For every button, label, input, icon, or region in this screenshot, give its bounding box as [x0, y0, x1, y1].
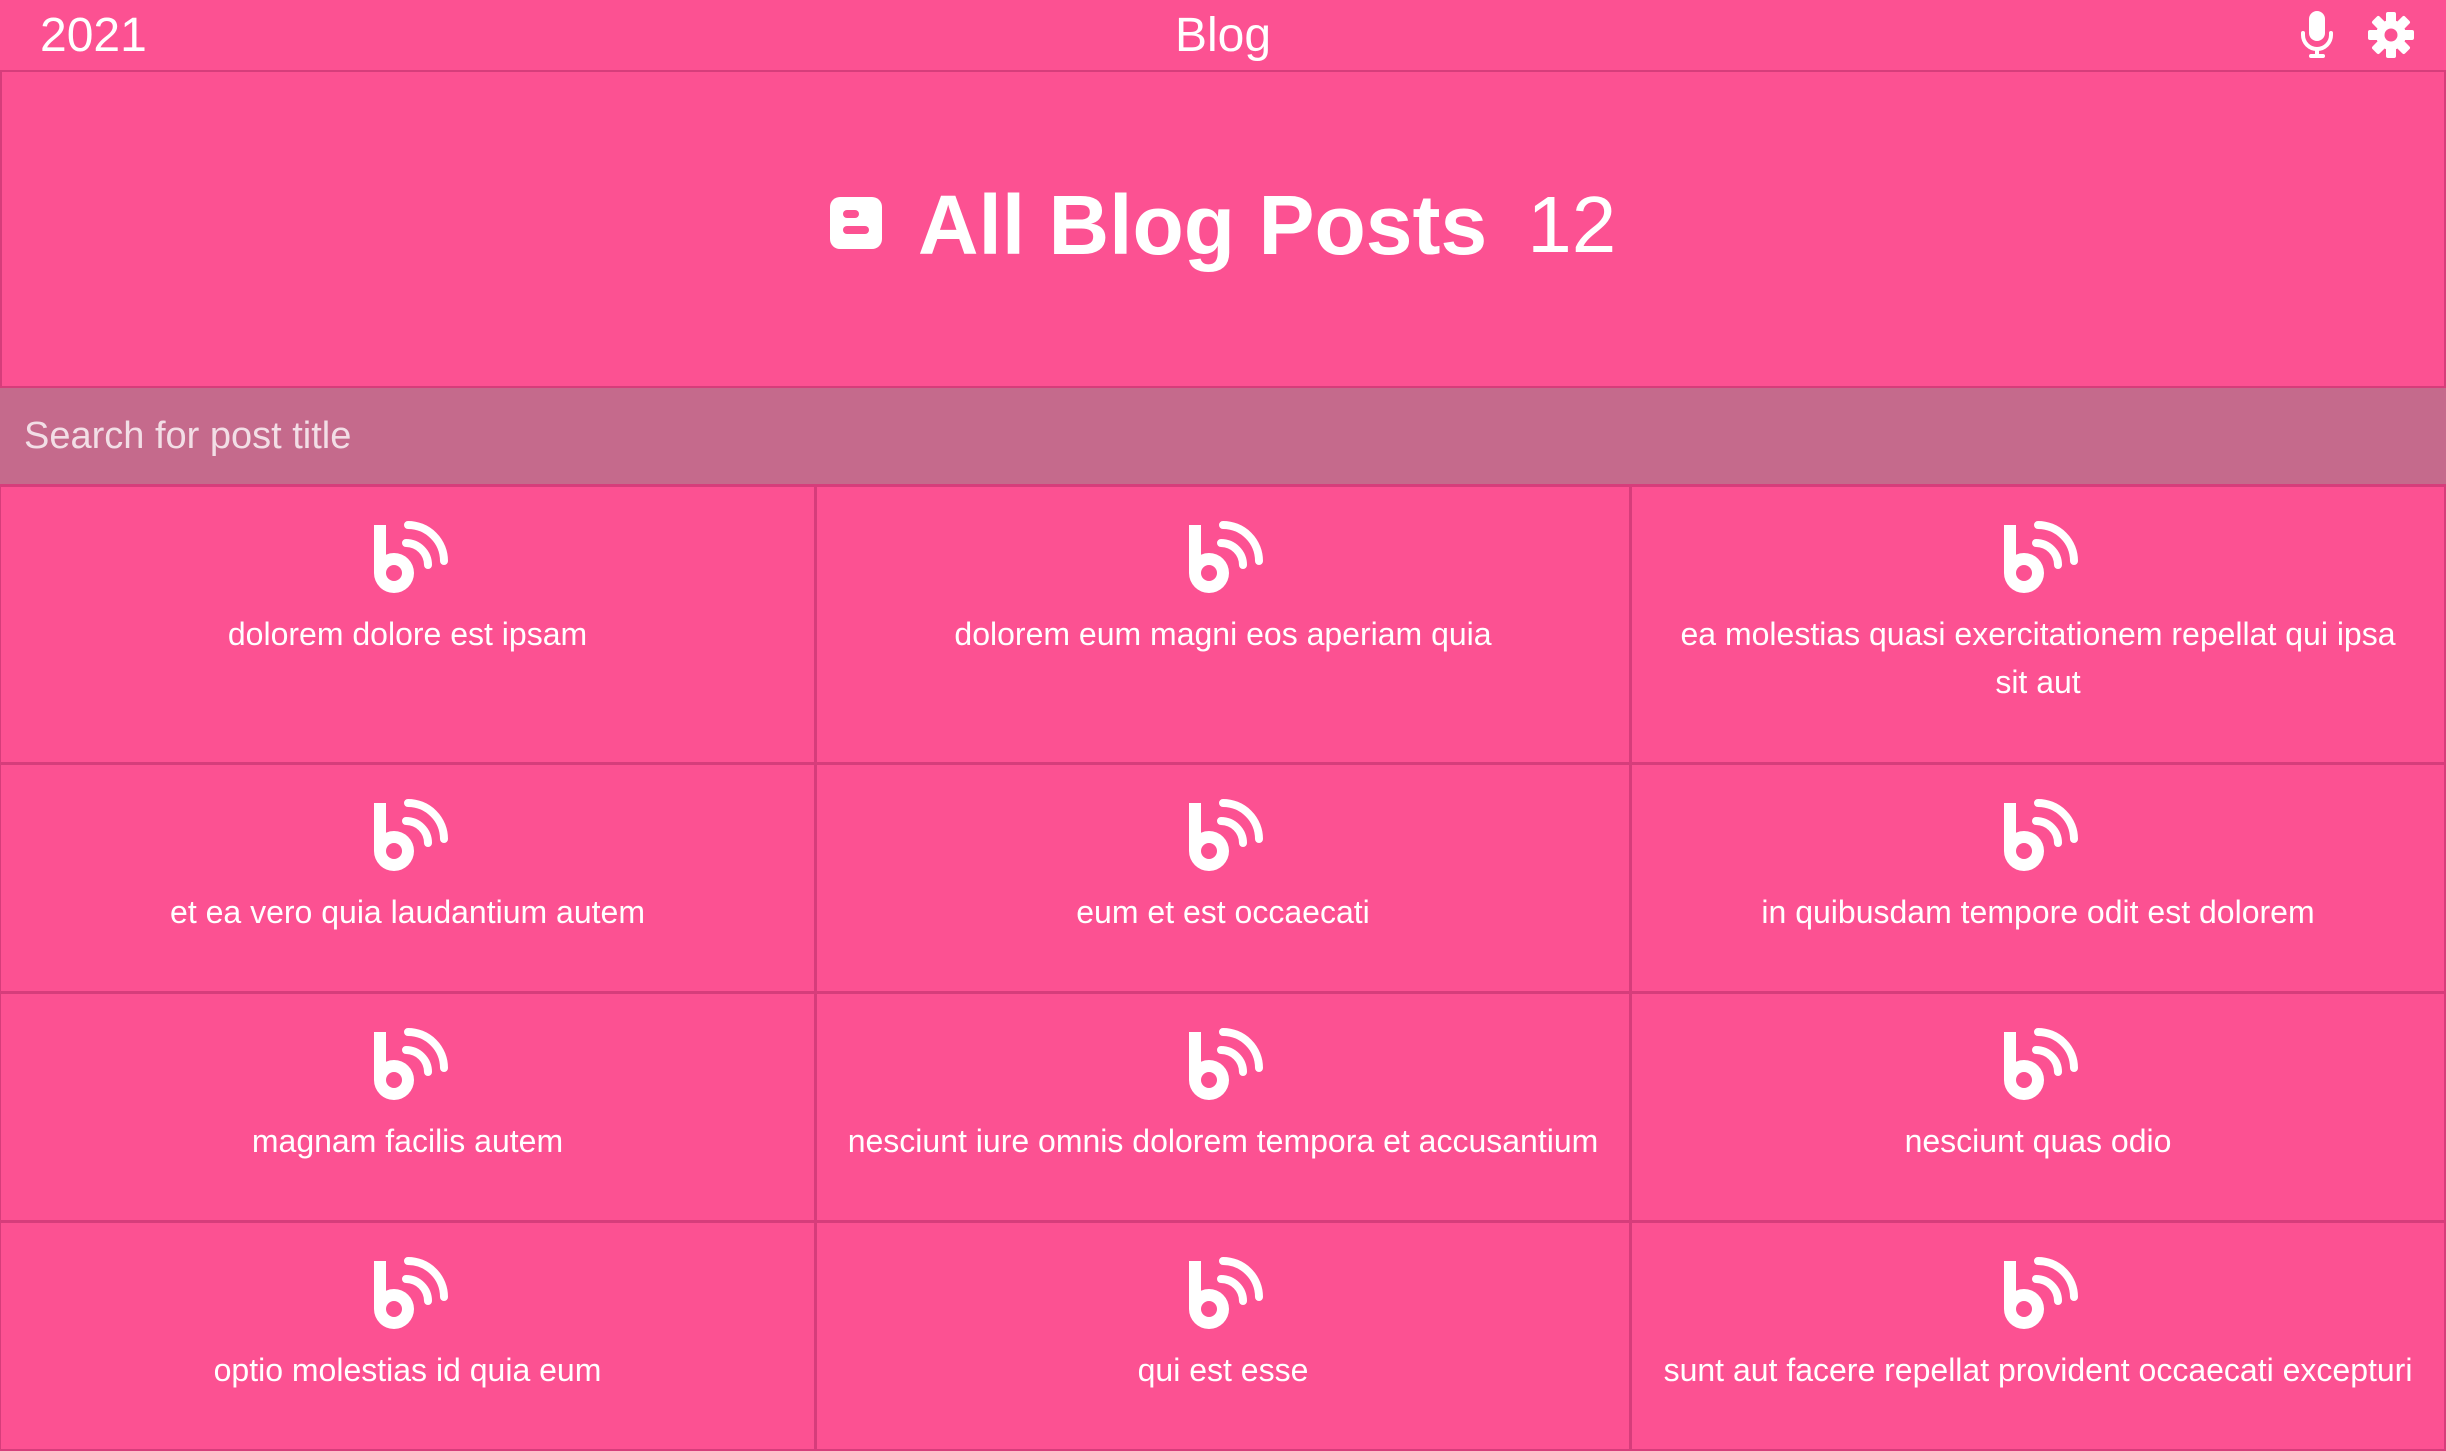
blogger-icon	[829, 196, 882, 254]
post-card[interactable]: magnam facilis autem	[0, 992, 816, 1222]
post-card[interactable]: dolorem eum magni eos aperiam quia	[815, 485, 1631, 764]
post-title: eum et est occaecati	[1076, 894, 1370, 930]
blog-rss-icon	[366, 517, 450, 606]
hero-banner: All Blog Posts 12	[0, 72, 2446, 388]
post-title: qui est esse	[1137, 1352, 1309, 1388]
top-actions	[2292, 10, 2416, 60]
blog-rss-icon	[1996, 1253, 2080, 1342]
blog-rss-icon	[366, 795, 450, 884]
post-card[interactable]: sunt aut facere repellat provident occae…	[1630, 1221, 2446, 1451]
post-card[interactable]: ea molestias quasi exercitationem repell…	[1630, 485, 2446, 764]
post-card[interactable]: dolorem dolore est ipsam	[0, 485, 816, 764]
post-title: optio molestias id quia eum	[213, 1352, 602, 1388]
search-input[interactable]	[0, 388, 2446, 484]
post-card[interactable]: et ea vero quia laudantium autem	[0, 763, 816, 993]
post-card[interactable]: optio molestias id quia eum	[0, 1221, 816, 1451]
page-title: All Blog Posts	[917, 178, 1488, 272]
post-title: ea molestias quasi exercitationem repell…	[1680, 616, 2396, 700]
post-card[interactable]: eum et est occaecati	[815, 763, 1631, 993]
blog-rss-icon	[366, 1253, 450, 1342]
post-count: 12	[1527, 180, 1617, 269]
app-title: Blog	[1174, 9, 1272, 62]
post-title: dolorem dolore est ipsam	[227, 616, 588, 652]
gear-icon[interactable]	[2366, 10, 2416, 60]
blog-rss-icon	[1181, 795, 1265, 884]
post-title: dolorem eum magni eos aperiam quia	[954, 616, 1492, 652]
blog-rss-icon	[1996, 795, 2080, 884]
blog-rss-icon	[1996, 1024, 2080, 1113]
post-title: in quibusdam tempore odit est dolorem	[1761, 894, 2315, 930]
blog-rss-icon	[1181, 1024, 1265, 1113]
blog-rss-icon	[1996, 517, 2080, 606]
microphone-icon[interactable]	[2292, 10, 2342, 60]
blog-rss-icon	[1181, 517, 1265, 606]
search-bar	[0, 388, 2446, 486]
post-title: et ea vero quia laudantium autem	[170, 894, 645, 930]
hero-heading: All Blog Posts 12	[829, 175, 1617, 275]
post-card[interactable]: in quibusdam tempore odit est dolorem	[1630, 763, 2446, 993]
posts-grid: dolorem dolore est ipsam dolorem eum mag…	[0, 485, 2446, 1451]
blog-rss-icon	[1181, 1253, 1265, 1342]
top-bar: 2021 Blog	[0, 0, 2446, 72]
blog-rss-icon	[366, 1024, 450, 1113]
post-title: nesciunt quas odio	[1904, 1123, 2172, 1159]
post-title: sunt aut facere repellat provident occae…	[1663, 1352, 2413, 1388]
post-card[interactable]: nesciunt iure omnis dolorem tempora et a…	[815, 992, 1631, 1222]
post-title: nesciunt iure omnis dolorem tempora et a…	[847, 1123, 1599, 1159]
post-card[interactable]: qui est esse	[815, 1221, 1631, 1451]
post-title: magnam facilis autem	[251, 1123, 564, 1159]
post-card[interactable]: nesciunt quas odio	[1630, 992, 2446, 1222]
